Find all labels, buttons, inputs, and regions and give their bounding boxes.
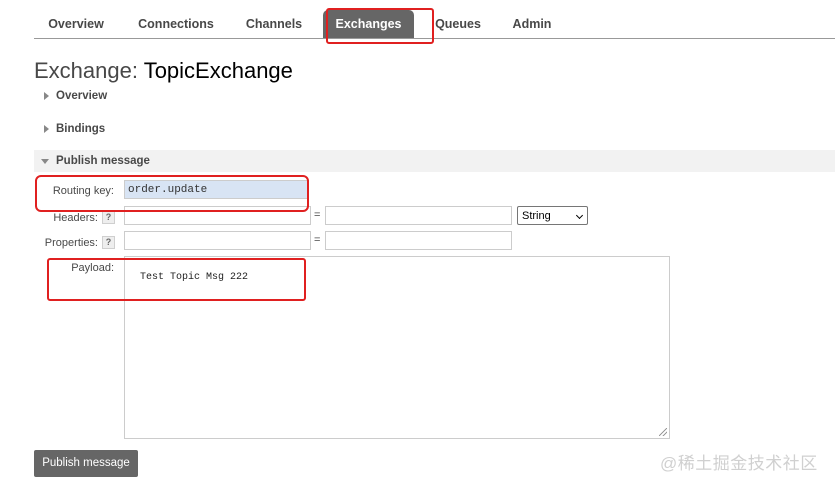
routing-key-label: Routing key: <box>52 185 114 197</box>
caret-right-icon <box>44 125 49 133</box>
header-type-select[interactable]: String <box>517 206 588 225</box>
property-key-input[interactable] <box>124 231 311 250</box>
routing-key-input[interactable] <box>124 180 308 199</box>
section-bindings-label: Bindings <box>56 123 106 135</box>
chevron-down-icon <box>575 211 584 220</box>
header-key-input[interactable] <box>124 206 311 225</box>
publish-message-button[interactable]: Publish message <box>34 450 138 477</box>
section-publish-message[interactable]: Publish message <box>34 150 835 172</box>
tab-admin[interactable]: Admin <box>506 10 558 38</box>
tab-queues[interactable]: Queues <box>430 10 486 38</box>
tab-exchanges[interactable]: Exchanges <box>323 10 414 38</box>
payload-text: Test Topic Msg 222 <box>140 272 249 283</box>
property-value-input[interactable] <box>325 231 512 250</box>
header-value-input[interactable] <box>325 206 512 225</box>
watermark-text: @稀土掘金技术社区 <box>660 454 818 473</box>
main-nav: Overview Connections Channels Exchanges … <box>34 10 835 39</box>
payload-label: Payload: <box>71 262 114 274</box>
tab-channels[interactable]: Channels <box>236 10 312 38</box>
headers-help-icon[interactable]: ? <box>102 211 115 224</box>
tab-connections[interactable]: Connections <box>128 10 224 38</box>
caret-down-icon <box>41 159 49 164</box>
properties-help-icon[interactable]: ? <box>102 236 115 249</box>
header-type-value: String <box>522 210 551 222</box>
properties-label: Properties: <box>44 237 98 249</box>
section-overview-label: Overview <box>56 90 108 102</box>
section-publish-label: Publish message <box>56 155 150 167</box>
page-title: Exchange: TopicExchange <box>34 58 293 84</box>
property-equals: = <box>314 234 321 246</box>
header-equals: = <box>314 209 321 221</box>
caret-right-icon <box>44 92 49 100</box>
resize-grip-icon[interactable] <box>659 428 667 436</box>
page-title-prefix: Exchange: <box>34 58 138 83</box>
payload-textarea[interactable]: Test Topic Msg 222 <box>124 256 670 439</box>
tab-overview[interactable]: Overview <box>34 10 118 38</box>
headers-label: Headers: <box>53 212 98 224</box>
section-bindings[interactable]: Bindings <box>34 118 234 140</box>
section-overview[interactable]: Overview <box>34 85 234 107</box>
exchange-name: TopicExchange <box>143 58 293 83</box>
